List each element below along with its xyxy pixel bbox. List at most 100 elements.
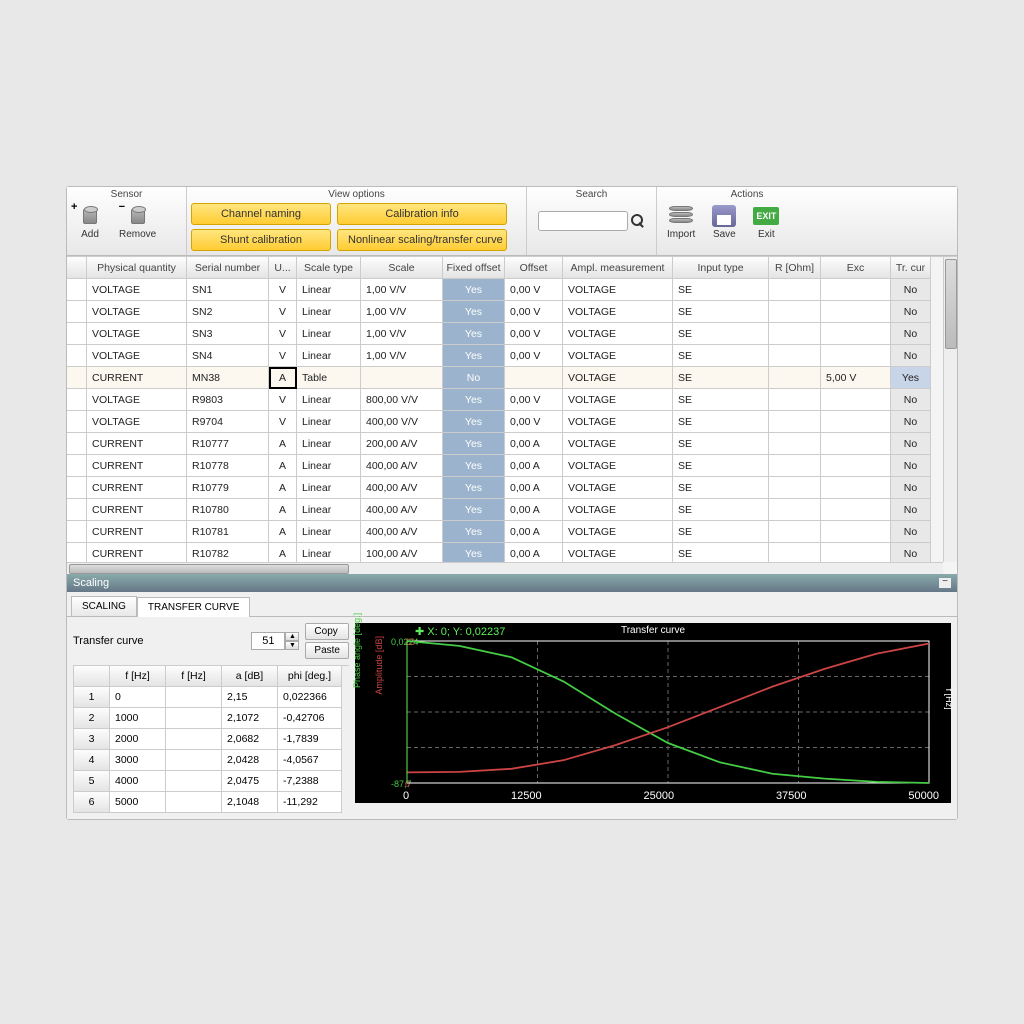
grid-cell[interactable] xyxy=(821,323,891,345)
grid-cell[interactable]: SE xyxy=(673,345,769,367)
grid-cell[interactable]: No xyxy=(891,301,931,323)
grid-cell[interactable]: SE xyxy=(673,389,769,411)
grid-cell[interactable]: R10778 xyxy=(187,455,269,477)
grid-cell[interactable] xyxy=(67,323,87,345)
grid-cell[interactable]: SE xyxy=(673,455,769,477)
column-header[interactable]: Ampl. measurement xyxy=(563,257,673,279)
column-header[interactable]: U... xyxy=(269,257,297,279)
column-header[interactable]: Input type xyxy=(673,257,769,279)
grid-cell[interactable]: CURRENT xyxy=(87,367,187,389)
tc-cell[interactable] xyxy=(166,771,222,792)
grid-cell[interactable]: No xyxy=(891,389,931,411)
save-button[interactable]: Save xyxy=(705,203,743,242)
grid-cell[interactable]: No xyxy=(891,499,931,521)
tc-cell[interactable]: 2,0475 xyxy=(222,771,278,792)
grid-cell[interactable]: R10779 xyxy=(187,477,269,499)
grid-cell[interactable]: VOLTAGE xyxy=(563,279,673,301)
copy-button[interactable]: Copy xyxy=(305,623,349,640)
grid-cell[interactable] xyxy=(769,455,821,477)
grid-cell[interactable]: Linear xyxy=(297,323,361,345)
hscroll-thumb[interactable] xyxy=(69,564,349,574)
grid-cell[interactable] xyxy=(769,279,821,301)
tc-cell[interactable]: 2,15 xyxy=(222,687,278,708)
grid-cell[interactable]: V xyxy=(269,411,297,433)
grid-cell[interactable]: V xyxy=(269,323,297,345)
grid-cell[interactable] xyxy=(769,367,821,389)
grid-cell[interactable]: V xyxy=(269,301,297,323)
tc-cell[interactable]: 2000 xyxy=(110,729,166,750)
grid-cell[interactable]: No xyxy=(443,367,505,389)
grid-cell[interactable]: A xyxy=(269,521,297,543)
column-header[interactable]: Serial number xyxy=(187,257,269,279)
grid-cell[interactable]: Linear xyxy=(297,499,361,521)
grid-cell[interactable]: 0,00 V xyxy=(505,323,563,345)
tc-row-number[interactable]: 5 xyxy=(74,771,110,792)
grid-cell[interactable]: VOLTAGE xyxy=(563,323,673,345)
sensor-grid[interactable]: Physical quantitySerial numberU...Scale … xyxy=(67,257,957,565)
grid-cell[interactable]: V xyxy=(269,279,297,301)
tc-cell[interactable]: 0 xyxy=(110,687,166,708)
tc-column-header[interactable]: phi [deg.] xyxy=(278,666,342,687)
grid-cell[interactable]: VOLTAGE xyxy=(563,433,673,455)
grid-cell[interactable]: No xyxy=(891,323,931,345)
grid-cell[interactable]: CURRENT xyxy=(87,499,187,521)
transfer-curve-chart[interactable]: Transfer curve ✚ X: 0; Y: 0,02237 Phase … xyxy=(355,623,951,803)
grid-cell[interactable] xyxy=(821,279,891,301)
tab-scaling[interactable]: SCALING xyxy=(71,596,137,616)
tc-cell[interactable] xyxy=(166,750,222,771)
grid-cell[interactable]: Linear xyxy=(297,411,361,433)
grid-cell[interactable] xyxy=(821,521,891,543)
spinner-up[interactable]: ▲ xyxy=(285,632,299,641)
spinner-input[interactable] xyxy=(251,632,285,650)
grid-cell[interactable]: 0,00 A xyxy=(505,433,563,455)
tc-row-number[interactable]: 2 xyxy=(74,708,110,729)
grid-cell[interactable]: R9704 xyxy=(187,411,269,433)
grid-cell[interactable]: R10777 xyxy=(187,433,269,455)
grid-cell[interactable]: SE xyxy=(673,521,769,543)
grid-cell[interactable]: 0,00 A xyxy=(505,521,563,543)
grid-cell[interactable] xyxy=(769,389,821,411)
grid-cell[interactable]: 400,00 V/V xyxy=(361,411,443,433)
grid-cell[interactable]: SN2 xyxy=(187,301,269,323)
grid-cell[interactable] xyxy=(67,301,87,323)
grid-cell[interactable] xyxy=(769,301,821,323)
grid-cell[interactable]: A xyxy=(269,367,297,389)
grid-cell[interactable]: R10781 xyxy=(187,521,269,543)
grid-cell[interactable] xyxy=(769,323,821,345)
tc-cell[interactable]: 5000 xyxy=(110,792,166,813)
grid-cell[interactable] xyxy=(67,367,87,389)
grid-cell[interactable]: SE xyxy=(673,367,769,389)
grid-cell[interactable]: SE xyxy=(673,477,769,499)
exit-button[interactable]: EXIT Exit xyxy=(747,203,785,242)
grid-cell[interactable]: Linear xyxy=(297,433,361,455)
transfer-curve-table[interactable]: f [Hz]f [Hz]a [dB]phi [deg.]102,150,0223… xyxy=(73,665,349,813)
column-header[interactable]: Scale type xyxy=(297,257,361,279)
grid-cell[interactable]: V xyxy=(269,345,297,367)
grid-cell[interactable]: VOLTAGE xyxy=(563,345,673,367)
grid-cell[interactable]: VOLTAGE xyxy=(563,367,673,389)
grid-cell[interactable]: Linear xyxy=(297,455,361,477)
nonlinear-scaling-button[interactable]: Nonlinear scaling/transfer curve xyxy=(337,229,507,251)
tc-cell[interactable]: 2,1072 xyxy=(222,708,278,729)
grid-cell[interactable]: VOLTAGE xyxy=(563,301,673,323)
panel-minimize-button[interactable]: − xyxy=(939,578,951,588)
grid-cell[interactable]: 1,00 V/V xyxy=(361,301,443,323)
grid-cell[interactable]: SN4 xyxy=(187,345,269,367)
grid-cell[interactable] xyxy=(769,521,821,543)
tc-cell[interactable]: 2,1048 xyxy=(222,792,278,813)
shunt-calibration-button[interactable]: Shunt calibration xyxy=(191,229,331,251)
grid-cell[interactable]: 0,00 V xyxy=(505,301,563,323)
search-input[interactable] xyxy=(538,211,628,231)
import-button[interactable]: Import xyxy=(661,203,701,242)
tc-cell[interactable]: 2,0682 xyxy=(222,729,278,750)
column-header[interactable] xyxy=(67,257,87,279)
horizontal-scrollbar[interactable] xyxy=(67,562,943,574)
grid-cell[interactable]: CURRENT xyxy=(87,521,187,543)
column-header[interactable]: R [Ohm] xyxy=(769,257,821,279)
remove-sensor-button[interactable]: − Remove xyxy=(113,203,162,242)
tc-cell[interactable] xyxy=(166,729,222,750)
grid-cell[interactable]: Yes xyxy=(443,477,505,499)
tc-cell[interactable]: -7,2388 xyxy=(278,771,342,792)
column-header[interactable]: Physical quantity xyxy=(87,257,187,279)
grid-cell[interactable]: 0,00 V xyxy=(505,279,563,301)
